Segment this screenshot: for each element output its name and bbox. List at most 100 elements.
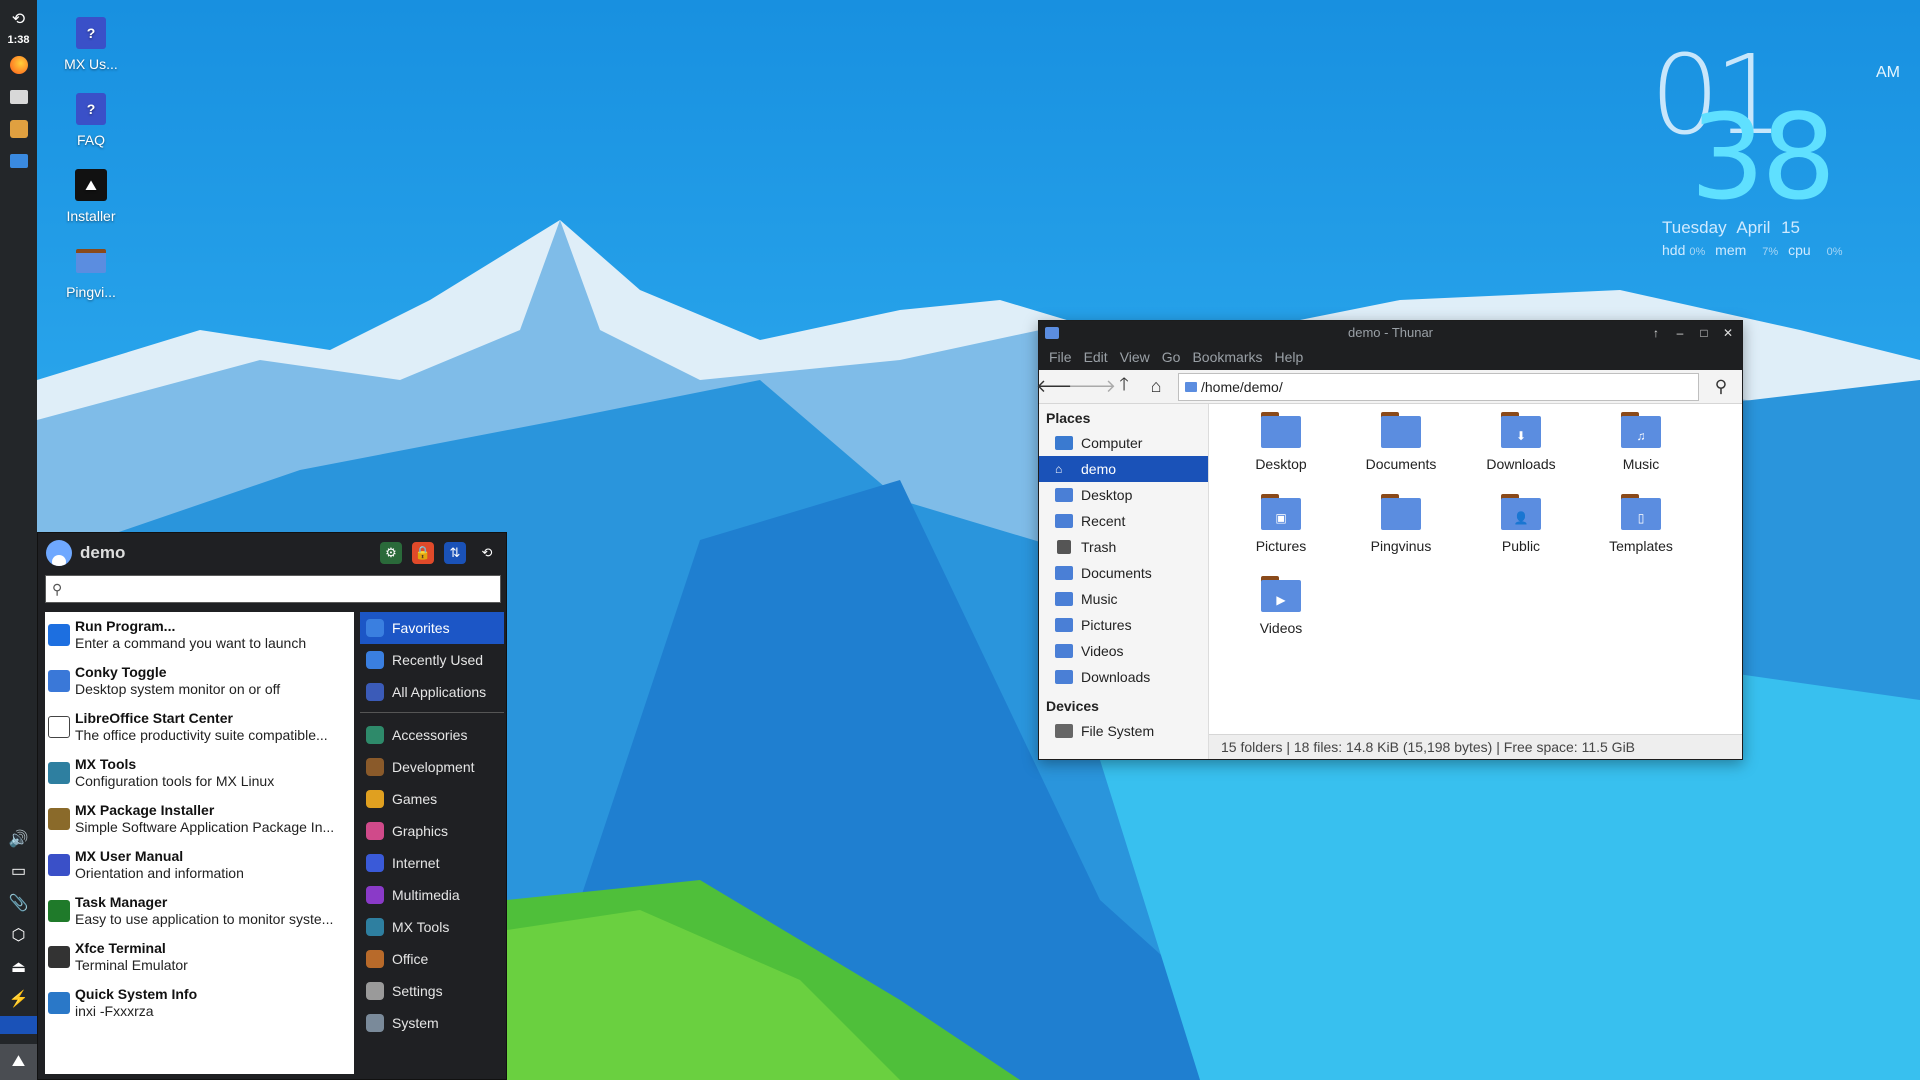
lock-screen-icon[interactable]: 🔒 xyxy=(412,542,434,564)
forward-arrow-icon[interactable]: 🡒 xyxy=(1068,372,1116,402)
category-item[interactable]: Internet xyxy=(360,847,504,879)
place-label: Computer xyxy=(1081,435,1143,451)
documents-folder-icon xyxy=(1055,566,1073,580)
menu-go[interactable]: Go xyxy=(1156,349,1187,365)
category-icon xyxy=(366,950,384,968)
power-manager-icon[interactable]: ⚡ xyxy=(6,986,32,1012)
category-item[interactable]: Graphics xyxy=(360,815,504,847)
file-item[interactable]: ▯ Templates xyxy=(1581,494,1701,568)
search-input[interactable] xyxy=(68,581,500,597)
place-demo[interactable]: ⌂ demo xyxy=(1039,456,1208,482)
app-list-item[interactable]: Task Manager Easy to use application to m… xyxy=(45,888,354,934)
app-list-item[interactable]: Conky Toggle Desktop system monitor on or… xyxy=(45,658,354,704)
file-name: Music xyxy=(1622,456,1660,472)
updater-icon[interactable]: ⬡ xyxy=(6,922,32,948)
desktop-icon-faq[interactable]: ? FAQ xyxy=(46,92,136,148)
window-titlebar[interactable]: demo - Thunar ↑ – □ ✕ xyxy=(1039,321,1742,344)
category-item[interactable]: Development xyxy=(360,751,504,783)
minimize-icon[interactable]: – xyxy=(1672,326,1688,340)
category-icon xyxy=(366,758,384,776)
category-item[interactable]: Recently Used xyxy=(360,644,504,676)
file-manager-icon[interactable] xyxy=(6,84,32,110)
workspace-icon[interactable] xyxy=(6,148,32,174)
help-icon: ? xyxy=(74,16,108,50)
category-item[interactable]: All Applications xyxy=(360,676,504,708)
category-item[interactable]: Favorites xyxy=(360,612,504,644)
display-icon[interactable]: ▭ xyxy=(6,858,32,884)
conky-mem-value: 7% xyxy=(1762,246,1779,258)
place-recent[interactable]: Recent xyxy=(1039,508,1208,534)
logout-icon[interactable]: ⟲ xyxy=(476,542,498,564)
maximize-icon[interactable]: □ xyxy=(1696,326,1712,340)
file-name: Public xyxy=(1501,538,1541,554)
app-list-item[interactable]: Quick System Info inxi -Fxxxrza xyxy=(45,980,354,1026)
search-icon[interactable]: ⚲ xyxy=(1705,372,1737,402)
switch-user-icon[interactable]: ⇅ xyxy=(444,542,466,564)
file-item[interactable]: Documents xyxy=(1341,412,1461,486)
place-videos[interactable]: Videos xyxy=(1039,638,1208,664)
clipboard-icon[interactable]: 📎 xyxy=(6,890,32,916)
place-desktop[interactable]: Desktop xyxy=(1039,482,1208,508)
downloads-folder-icon xyxy=(1055,670,1073,684)
app-list-item[interactable]: Xfce Terminal Terminal Emulator xyxy=(45,934,354,980)
category-label: Office xyxy=(392,951,429,967)
place-computer[interactable]: Computer xyxy=(1039,430,1208,456)
logout-icon[interactable]: ⟲ xyxy=(6,6,32,32)
category-label: Internet xyxy=(392,855,440,871)
category-item[interactable]: System xyxy=(360,1007,504,1039)
device-file-system[interactable]: File System xyxy=(1039,718,1208,744)
category-item[interactable]: Multimedia xyxy=(360,879,504,911)
app-list-item[interactable]: MX User Manual Orientation and informatio… xyxy=(45,842,354,888)
place-trash[interactable]: Trash xyxy=(1039,534,1208,560)
file-item[interactable]: Pingvinus xyxy=(1341,494,1461,568)
menu-view[interactable]: View xyxy=(1114,349,1156,365)
app-list-item[interactable]: Run Program... Enter a command you want t… xyxy=(45,612,354,658)
firefox-icon[interactable] xyxy=(6,52,32,78)
desktop-icon-user-manual[interactable]: ? MX Us... xyxy=(46,16,136,72)
volume-icon[interactable]: 🔊 xyxy=(6,826,32,852)
file-name: Pictures xyxy=(1255,538,1307,554)
place-pictures[interactable]: Pictures xyxy=(1039,612,1208,638)
recent-icon xyxy=(1055,514,1073,528)
place-music[interactable]: Music xyxy=(1039,586,1208,612)
settings-manager-icon[interactable]: ⚙ xyxy=(380,542,402,564)
category-item[interactable]: Settings xyxy=(360,975,504,1007)
category-item[interactable]: Games xyxy=(360,783,504,815)
app-list-item[interactable]: MX Package Installer Simple Software Appl… xyxy=(45,796,354,842)
category-label: Games xyxy=(392,791,438,807)
home-icon[interactable]: ⌂ xyxy=(1140,372,1172,402)
menu-edit[interactable]: Edit xyxy=(1078,349,1114,365)
menu-help[interactable]: Help xyxy=(1269,349,1310,365)
package-installer-icon[interactable] xyxy=(6,116,32,142)
file-item[interactable]: Desktop xyxy=(1221,412,1341,486)
file-item[interactable]: ▶ Videos xyxy=(1221,576,1341,650)
menubar: File Edit View Go Bookmarks Help xyxy=(1039,344,1742,370)
place-downloads[interactable]: Downloads xyxy=(1039,664,1208,690)
menu-file[interactable]: File xyxy=(1043,349,1078,365)
up-arrow-icon[interactable]: 🡑 xyxy=(1108,372,1140,402)
workspace-switcher[interactable] xyxy=(0,1016,37,1034)
keep-above-icon[interactable]: ↑ xyxy=(1648,326,1664,340)
file-item[interactable]: 👤 Public xyxy=(1461,494,1581,568)
eject-icon[interactable]: ⏏ xyxy=(6,954,32,980)
file-item[interactable]: ▣ Pictures xyxy=(1221,494,1341,568)
category-item[interactable]: Office xyxy=(360,943,504,975)
category-item[interactable]: MX Tools xyxy=(360,911,504,943)
desktop-icon-installer[interactable]: ⛰ Installer xyxy=(46,168,136,224)
app-title: Task Manager xyxy=(75,894,168,910)
menu-bookmarks[interactable]: Bookmarks xyxy=(1186,349,1268,365)
file-name: Desktop xyxy=(1255,456,1307,472)
file-item[interactable]: ⬇ Downloads xyxy=(1461,412,1581,486)
videos-folder-icon xyxy=(1055,644,1073,658)
app-list-item[interactable]: LibreOffice Start Center The office produ… xyxy=(45,704,354,750)
app-icon xyxy=(48,624,70,646)
place-documents[interactable]: Documents xyxy=(1039,560,1208,586)
app-list-item[interactable]: MX Tools Configuration tools for MX Linux xyxy=(45,750,354,796)
category-item[interactable]: Accessories xyxy=(360,719,504,751)
file-item[interactable]: ♫ Music xyxy=(1581,412,1701,486)
location-bar[interactable]: /home/demo/ xyxy=(1178,372,1699,401)
desktop-icon-pingvinus[interactable]: Pingvi... xyxy=(46,244,136,300)
menu-search[interactable]: ⚲ xyxy=(45,575,501,603)
close-icon[interactable]: ✕ xyxy=(1720,326,1736,340)
mx-menu-icon[interactable]: ⛰ xyxy=(0,1044,37,1080)
